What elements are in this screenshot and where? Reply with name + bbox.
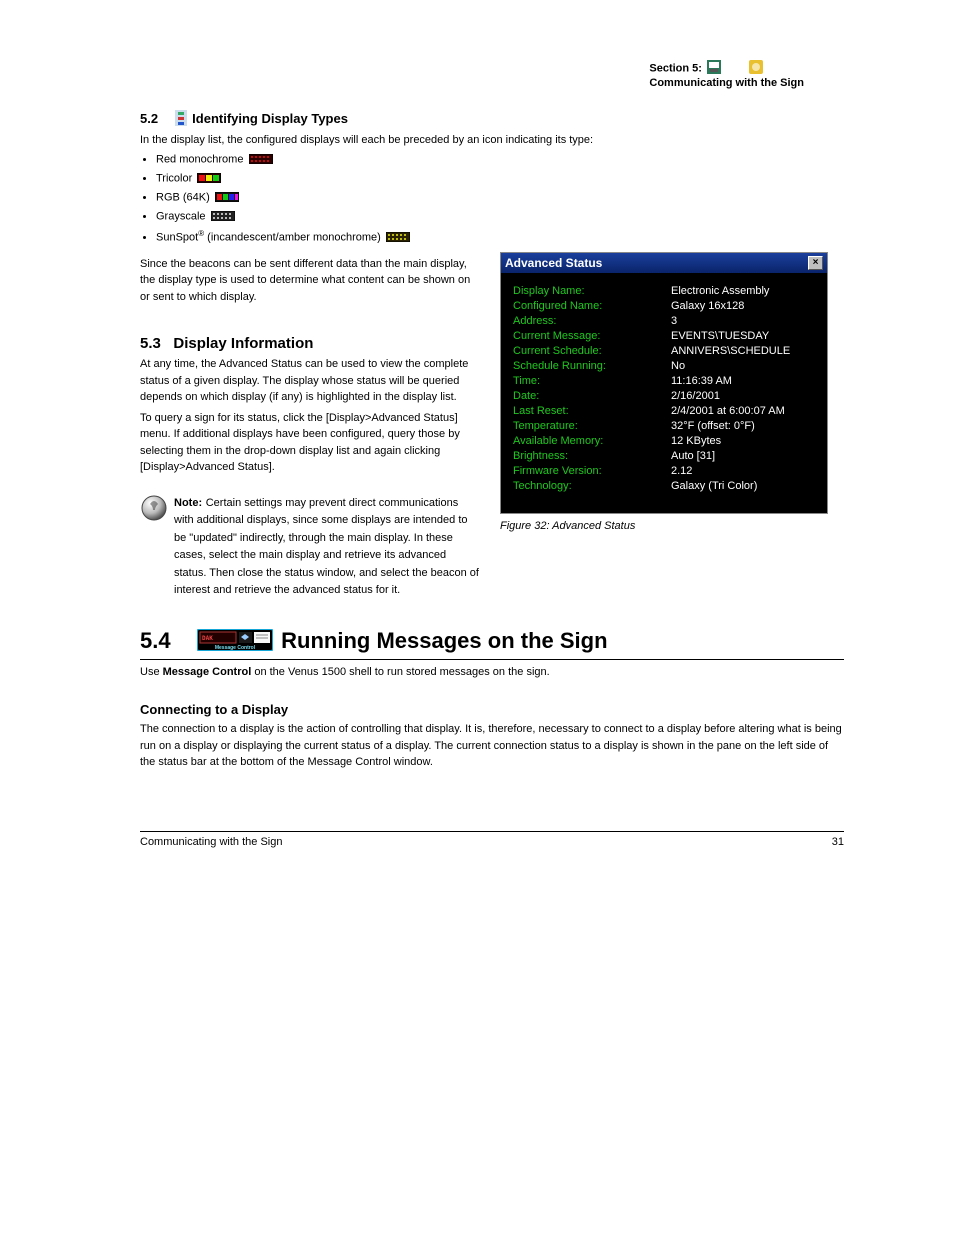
status-value: Electronic Assembly	[671, 285, 769, 297]
list-item: SunSpot® (incandescent/amber monochrome)	[156, 228, 844, 246]
status-label: Current Schedule:	[513, 345, 671, 357]
list-item: Tricolor	[156, 171, 844, 187]
status-label: Date:	[513, 390, 671, 402]
list-item: Red monochrome	[156, 152, 844, 168]
tricolor-sign-icon	[197, 171, 221, 186]
status-row: Available Memory:12 KBytes	[513, 435, 817, 447]
list-item: Grayscale	[156, 209, 844, 225]
header-section-ref: Section 5: Communicating with the Sign	[649, 60, 804, 89]
footer-left: Communicating with the Sign	[140, 836, 282, 848]
note-label: Note:	[174, 497, 202, 509]
grayscale-sign-icon	[211, 209, 235, 224]
red-sign-icon	[249, 152, 273, 167]
display-type-list: Red monochrome Tricolor RGB (64K) Graysc…	[156, 152, 844, 246]
status-value: 11:16:39 AM	[671, 375, 732, 387]
section-5-3-p2: To query a sign for its status, click th…	[140, 410, 480, 476]
figure-caption: Figure 32: Advanced Status	[500, 518, 844, 535]
status-row: Date:2/16/2001	[513, 390, 817, 402]
advanced-status-window: Advanced Status × Display Name:Electroni…	[500, 252, 828, 514]
folder-help-icon	[749, 60, 763, 77]
subsection-connecting-p: The connection to a display is the actio…	[140, 721, 844, 771]
status-value: ANNIVERS\SCHEDULE	[671, 345, 790, 357]
status-row: Display Name:Electronic Assembly	[513, 285, 817, 297]
status-label: Temperature:	[513, 420, 671, 432]
message-control-icon: DAK Message Control	[197, 629, 273, 657]
status-row: Schedule Running:No	[513, 360, 817, 372]
status-row: Brightness:Auto [31]	[513, 450, 817, 462]
section-5-4-heading: 5.4 DAK Message Control Running Messages…	[140, 628, 844, 659]
status-row: Technology:Galaxy (Tri Color)	[513, 480, 817, 492]
status-value: 32°F (offset: 0°F)	[671, 420, 755, 432]
status-label: Schedule Running:	[513, 360, 671, 372]
status-value: No	[671, 360, 685, 372]
window-title: Advanced Status	[505, 256, 602, 270]
status-label: Configured Name:	[513, 300, 671, 312]
status-value: Galaxy 16x128	[671, 300, 744, 312]
close-button[interactable]: ×	[808, 256, 823, 270]
amber-sign-icon	[386, 230, 410, 245]
status-value: 2/16/2001	[671, 390, 720, 402]
status-row: Last Reset:2/4/2001 at 6:00:07 AM	[513, 405, 817, 417]
status-value: 2/4/2001 at 6:00:07 AM	[671, 405, 785, 417]
config-icon	[175, 110, 187, 129]
subsection-connecting-heading: Connecting to a Display	[140, 702, 844, 717]
status-row: Current Schedule:ANNIVERS\SCHEDULE	[513, 345, 817, 357]
svg-text:Message Control: Message Control	[215, 645, 256, 651]
section-5-3-p1: At any time, the Advanced Status can be …	[140, 356, 480, 406]
status-row: Configured Name:Galaxy 16x128	[513, 300, 817, 312]
status-value: Auto [31]	[671, 450, 715, 462]
status-label: Brightness:	[513, 450, 671, 462]
status-row: Temperature:32°F (offset: 0°F)	[513, 420, 817, 432]
note-block: Note: Certain settings may prevent direc…	[140, 494, 480, 598]
page-footer: Communicating with the Sign 31	[140, 836, 844, 848]
status-value: Galaxy (Tri Color)	[671, 480, 757, 492]
status-label: Firmware Version:	[513, 465, 671, 477]
intro-text: In the display list, the configured disp…	[140, 133, 844, 149]
advanced-status-titlebar: Advanced Status ×	[501, 253, 827, 274]
list-item: RGB (64K)	[156, 190, 844, 206]
status-row: Current Message:EVENTS\TUESDAY	[513, 330, 817, 342]
status-label: Last Reset:	[513, 405, 671, 417]
status-label: Technology:	[513, 480, 671, 492]
status-label: Address:	[513, 315, 671, 327]
note-ball-icon	[140, 494, 168, 525]
section-5-3-heading: 5.3 Display Information	[140, 335, 480, 352]
status-label: Time:	[513, 375, 671, 387]
status-value: 3	[671, 315, 677, 327]
status-value: 12 KBytes	[671, 435, 721, 447]
section-5-4-intro: Use Message Control on the Venus 1500 sh…	[140, 664, 844, 681]
status-label: Available Memory:	[513, 435, 671, 447]
disk-icon	[707, 60, 721, 77]
note-text: Certain settings may prevent direct comm…	[174, 497, 479, 596]
status-value: EVENTS\TUESDAY	[671, 330, 769, 342]
para-after-list: Since the beacons can be sent different …	[140, 256, 480, 306]
status-row: Firmware Version:2.12	[513, 465, 817, 477]
rgb-sign-icon	[215, 190, 239, 205]
status-row: Address:3	[513, 315, 817, 327]
status-label: Current Message:	[513, 330, 671, 342]
status-row: Time:11:16:39 AM	[513, 375, 817, 387]
section-5-2-heading: 5.2 Identifying Display Types	[140, 110, 844, 129]
advanced-status-body: Display Name:Electronic AssemblyConfigur…	[501, 274, 827, 513]
status-label: Display Name:	[513, 285, 671, 297]
status-value: 2.12	[671, 465, 692, 477]
footer-right: 31	[832, 836, 844, 848]
svg-text:DAK: DAK	[202, 635, 213, 642]
footer-rule	[140, 831, 844, 832]
